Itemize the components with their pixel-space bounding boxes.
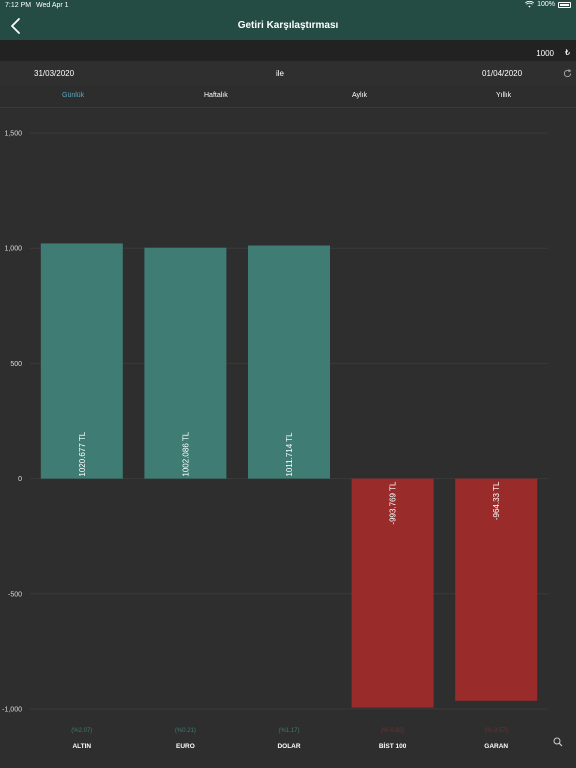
category-label: GARAN (484, 743, 508, 750)
currency-symbol: ₺ (564, 48, 570, 57)
tab-yillik[interactable]: Yıllık (496, 92, 511, 99)
status-date: Wed Apr 1 (36, 2, 69, 9)
bar-value-label: 1002.086 TL (181, 431, 190, 476)
battery-icon (558, 1, 571, 8)
percent-label: (%2.07) (71, 728, 92, 734)
start-date-picker[interactable]: 31/03/2020 (34, 69, 74, 78)
battery-percent: 100% (537, 1, 555, 8)
amount-input[interactable]: 1000 (536, 49, 554, 58)
percent-label: (%-3.57) (485, 728, 508, 734)
bar-value-label: -964.33 TL (492, 481, 501, 520)
tab-aylik[interactable]: Aylık (352, 92, 367, 99)
y-tick-label: -500 (8, 591, 22, 598)
y-tick-label: 1,000 (4, 246, 22, 253)
nav-bar: Getiri Karşılaştırması (0, 12, 576, 40)
status-bar: 7:12 PM Wed Apr 1 100% (0, 0, 576, 12)
percent-label: (%1.17) (278, 728, 299, 734)
returns-bar-chart: -1,000 -500 0 500 1,000 1,500 1020.677 TL (%2.0… (2, 131, 548, 750)
end-date-picker[interactable]: 01/04/2020 (482, 69, 522, 78)
bar-value-label: 1020.677 TL (78, 431, 87, 476)
category-label: DOLAR (277, 743, 300, 750)
bar-value-label: -993.769 TL (389, 481, 398, 525)
tab-haftalik[interactable]: Haftalık (204, 92, 228, 99)
date-connector: ile (276, 69, 285, 78)
wifi-icon (525, 1, 535, 8)
search-icon[interactable] (553, 737, 563, 747)
status-right: 100% (525, 1, 571, 8)
category-label: EURO (176, 743, 195, 750)
amount-bar: 1000 ₺ (0, 40, 576, 61)
date-range-row: 31/03/2020 ile 01/04/2020 (0, 61, 576, 86)
y-tick-label: 500 (10, 361, 22, 368)
page-title: Getiri Karşılaştırması (237, 20, 339, 31)
y-tick-label: 0 (18, 476, 22, 483)
bar-value-label: 1011.714 TL (285, 432, 294, 477)
percent-label: (%0.21) (175, 728, 196, 734)
status-time: 7:12 PM (5, 2, 32, 9)
refresh-icon[interactable] (563, 69, 572, 78)
tab-gunluk[interactable]: Günlük (62, 92, 84, 99)
category-label: ALTIN (72, 743, 91, 750)
period-tabs: Günlük Haftalık Aylık Yıllık (0, 85, 576, 108)
y-tick-label: 1,500 (4, 131, 22, 138)
category-label: BİST 100 (379, 742, 407, 750)
percent-label: (%-0.62) (381, 728, 404, 734)
y-tick-label: -1,000 (2, 707, 22, 714)
